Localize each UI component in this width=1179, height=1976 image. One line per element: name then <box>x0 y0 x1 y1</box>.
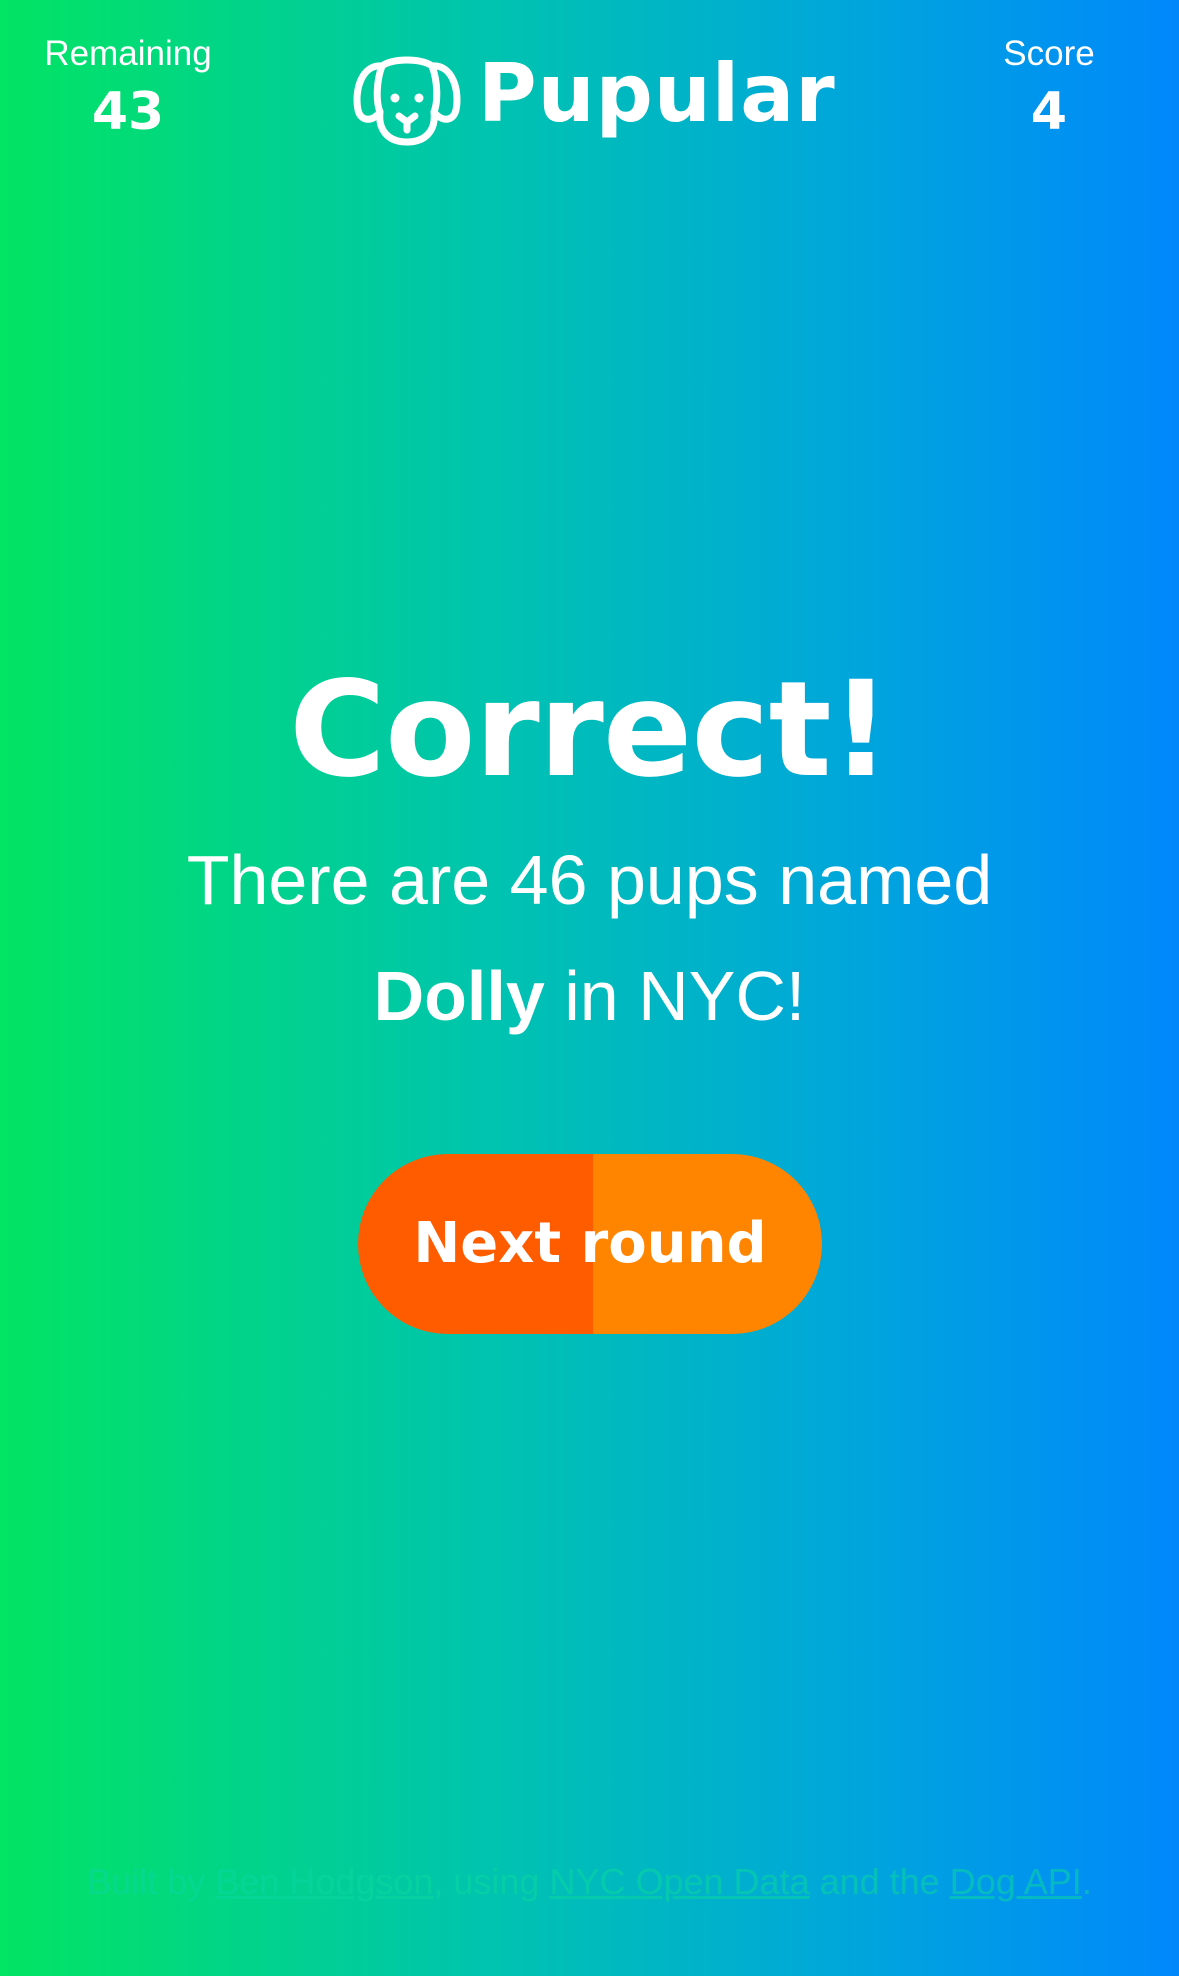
footer-end: . <box>1081 1861 1092 1902</box>
result-heading: Correct! <box>289 653 891 807</box>
score-stat: Score 4 <box>929 32 1169 142</box>
footer-credits: Built by Ben Hodgson, using NYC Open Dat… <box>70 1858 1109 1906</box>
nyc-open-data-link[interactable]: NYC Open Data <box>549 1861 809 1902</box>
remaining-label: Remaining <box>44 34 212 73</box>
score-value: 4 <box>1030 82 1068 142</box>
result-panel: Correct! There are 46 pups named Dolly i… <box>0 650 1179 1054</box>
next-round-button[interactable]: Next round <box>358 1154 822 1334</box>
pup-name: Dolly <box>373 957 545 1035</box>
app-logo: Pupular <box>352 47 836 148</box>
footer-built-by: Built by <box>87 1861 216 1902</box>
footer-using: , using <box>433 1861 550 1902</box>
result-message-prefix: There are 46 pups named <box>186 841 993 919</box>
author-link[interactable]: Ben Hodgson <box>215 1861 433 1902</box>
remaining-stat: Remaining 43 <box>8 32 248 142</box>
result-message: There are 46 pups named Dolly in NYC! <box>0 822 1179 1054</box>
app-title: Pupular <box>478 47 836 140</box>
score-label: Score <box>1003 34 1095 73</box>
dog-api-link[interactable]: Dog API <box>950 1861 1082 1902</box>
remaining-value: 43 <box>91 82 165 142</box>
footer-and-the: and the <box>809 1861 950 1902</box>
dog-face-icon <box>353 56 461 146</box>
result-message-suffix: in NYC! <box>544 957 806 1035</box>
